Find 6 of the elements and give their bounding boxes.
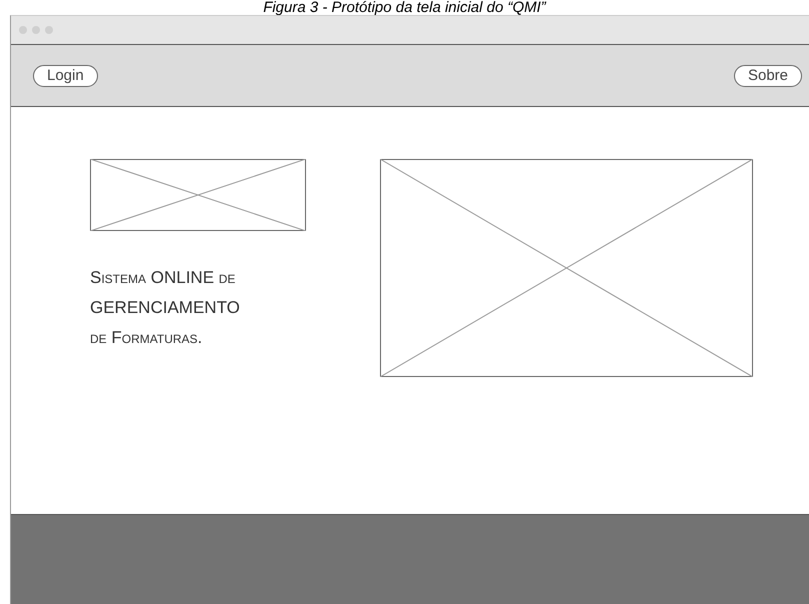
- figure-caption: Figura 3 - Protótipo da tela inicial do “QMI”: [262, 0, 548, 15]
- tagline-text: Sistema ONLINE de: [90, 267, 236, 289]
- tagline-text: de Formaturas.: [90, 327, 202, 349]
- about-button[interactable]: Sobre: [734, 64, 802, 86]
- tagline-text: GERENCIAMENTO: [90, 297, 240, 319]
- login-button[interactable]: Login: [33, 64, 98, 86]
